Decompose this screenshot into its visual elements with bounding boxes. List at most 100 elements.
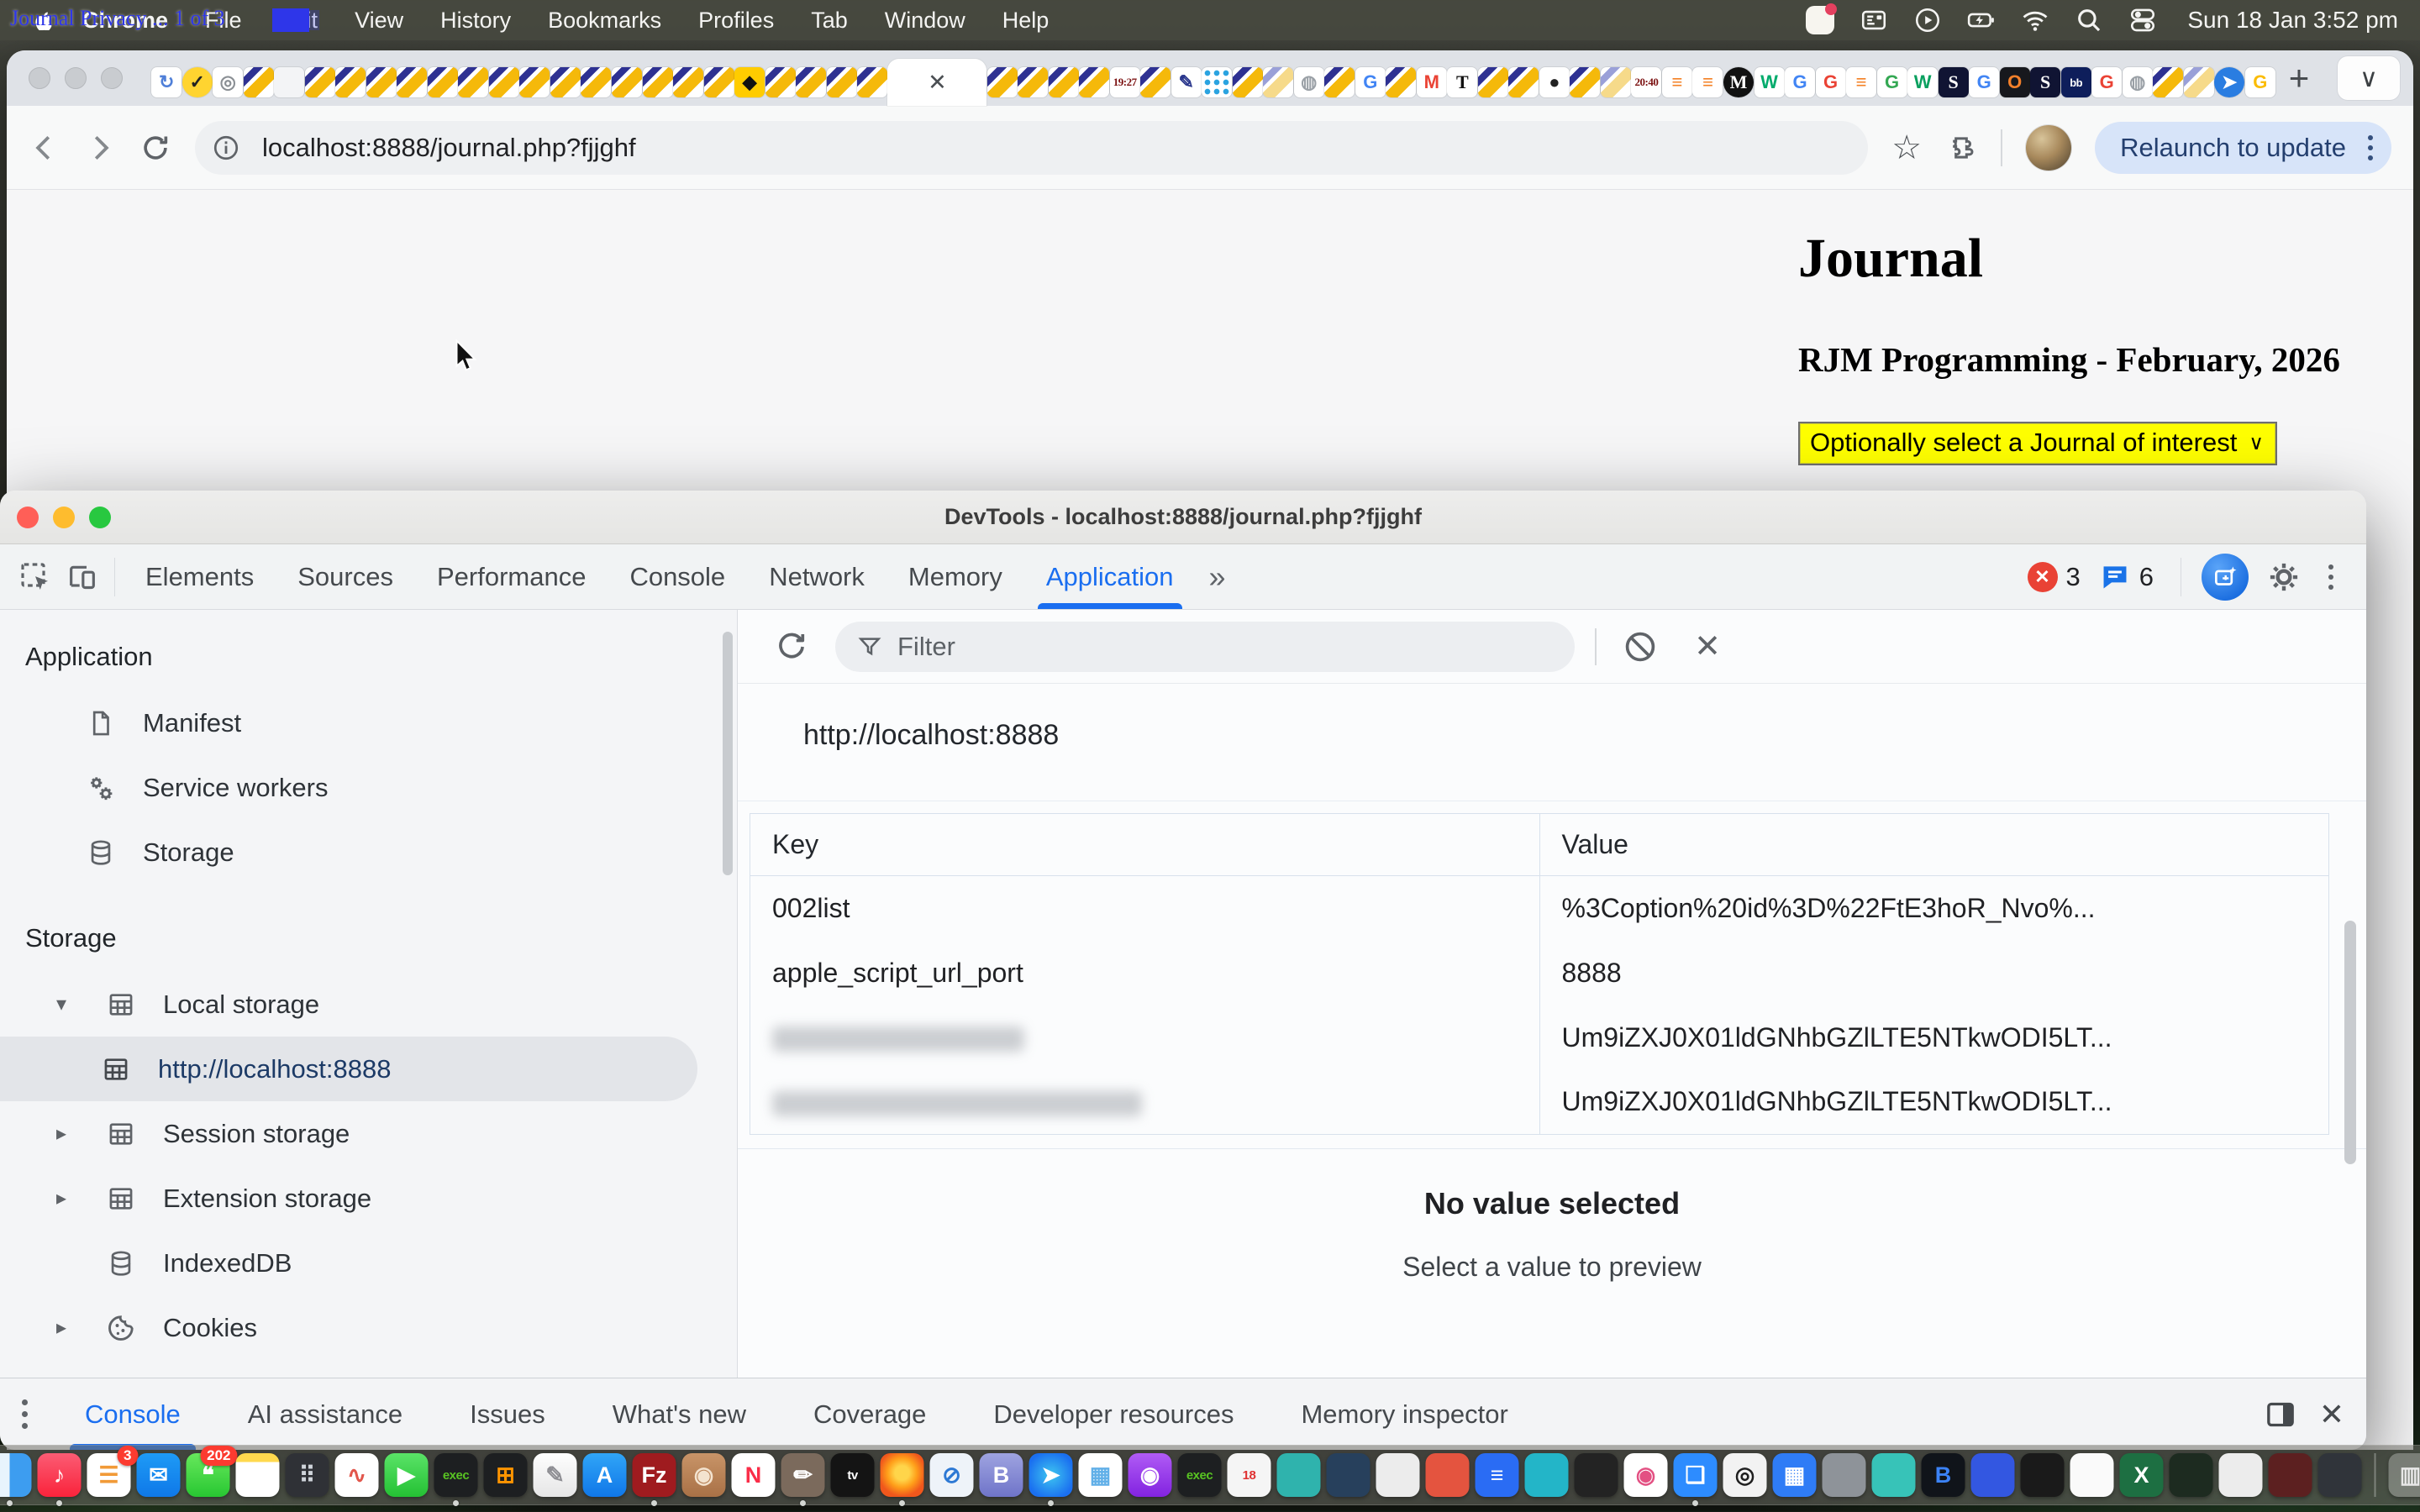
browser-tab[interactable] bbox=[2153, 59, 2184, 106]
value-cell[interactable]: Um9iZXJ0X01ldGNhbGZlLTE5NTkwODI5LT... bbox=[1539, 1070, 2329, 1135]
browser-tab[interactable] bbox=[550, 59, 581, 106]
browser-tab[interactable] bbox=[642, 59, 673, 106]
address-bar[interactable]: localhost:8888/journal.php?fjjghf bbox=[195, 121, 1868, 175]
browser-tab[interactable]: 20:40 bbox=[1631, 59, 1662, 106]
error-count[interactable]: 3 bbox=[2066, 562, 2081, 592]
tab-search-button[interactable]: ∨ bbox=[2338, 56, 2400, 100]
sidebar-item-manifest[interactable]: Manifest bbox=[0, 690, 737, 755]
extensions-puzzle-icon[interactable] bbox=[1945, 132, 1977, 164]
dock-app-app-navy[interactable] bbox=[1327, 1453, 1370, 1497]
value-cell[interactable]: %3Coption%20id%3D%22FtE3hoR_Nvo%... bbox=[1539, 876, 2329, 941]
menu-view[interactable]: View bbox=[355, 8, 403, 34]
sidebar-item-storage[interactable]: Storage bbox=[0, 820, 737, 885]
close-drawer-x-icon[interactable]: ✕ bbox=[2319, 1397, 2344, 1432]
browser-tab[interactable]: ◆ bbox=[734, 59, 765, 106]
browser-tab[interactable]: ● bbox=[1539, 59, 1570, 106]
browser-tab[interactable]: ◍ bbox=[1294, 59, 1325, 106]
browser-tab[interactable] bbox=[1048, 59, 1079, 106]
menu-file[interactable]: File bbox=[205, 8, 242, 34]
browser-tab[interactable]: G bbox=[1785, 59, 1816, 106]
browser-tab[interactable] bbox=[397, 59, 428, 106]
browser-tab[interactable] bbox=[765, 59, 796, 106]
relaunch-to-update-button[interactable]: Relaunch to update bbox=[2095, 122, 2391, 174]
devtools-tab-application[interactable]: Application bbox=[1024, 544, 1196, 609]
sidebar-item-extension-storage[interactable]: ▸ Extension storage bbox=[0, 1166, 737, 1231]
dock-app-terminal-exec[interactable]: exec bbox=[434, 1453, 478, 1497]
profile-avatar[interactable] bbox=[2026, 125, 2071, 171]
browser-tab[interactable]: W bbox=[1754, 59, 1785, 106]
dock-app-app-white-3[interactable] bbox=[2219, 1453, 2263, 1497]
browser-tab[interactable] bbox=[1263, 59, 1294, 106]
browser-tab[interactable]: G bbox=[1969, 59, 2000, 106]
dock-app-app-store[interactable]: A bbox=[583, 1453, 627, 1497]
browser-tab[interactable] bbox=[857, 59, 888, 106]
browser-tab[interactable] bbox=[519, 59, 550, 106]
dock-app-keynote[interactable]: ▦ bbox=[1773, 1453, 1817, 1497]
devtools-minimize-button[interactable] bbox=[53, 507, 75, 528]
browser-tab[interactable]: ✎ bbox=[1171, 59, 1202, 106]
browser-tab[interactable] bbox=[986, 59, 1018, 106]
app-notification-icon[interactable] bbox=[1806, 6, 1834, 34]
issues-bubble-icon[interactable] bbox=[2099, 561, 2131, 593]
dock-app-docs[interactable]: ≡ bbox=[1476, 1453, 1519, 1497]
browser-tab[interactable]: 19:27 bbox=[1109, 59, 1140, 106]
dock-app-news[interactable]: N bbox=[732, 1453, 776, 1497]
devtools-close-button[interactable] bbox=[17, 507, 39, 528]
collapsed-arrow-icon[interactable]: ▸ bbox=[44, 1121, 79, 1146]
browser-tab[interactable]: G bbox=[1815, 59, 1846, 106]
dock-app-textedit[interactable]: ✎ bbox=[534, 1453, 577, 1497]
browser-tab[interactable] bbox=[458, 59, 489, 106]
menu-history[interactable]: History bbox=[440, 8, 511, 34]
more-tabs-chevron[interactable]: » bbox=[1196, 559, 1236, 595]
browser-tab[interactable]: G bbox=[2091, 59, 2123, 106]
dock-app-app-grey[interactable] bbox=[1823, 1453, 1866, 1497]
drawer-tab-console[interactable]: Console bbox=[51, 1378, 214, 1450]
browser-tab[interactable] bbox=[1386, 59, 1417, 106]
dock-app-apple-tv[interactable]: tv bbox=[831, 1453, 875, 1497]
url-text[interactable]: localhost:8888/journal.php?fjjghf bbox=[262, 133, 636, 163]
ai-assistance-icon[interactable] bbox=[2202, 554, 2249, 601]
browser-tab-active[interactable]: ✕ bbox=[887, 59, 986, 106]
dock-app-podcasts[interactable]: ◉ bbox=[1128, 1453, 1172, 1497]
dock-app-app-teal[interactable] bbox=[1277, 1453, 1321, 1497]
panel-scrollbar[interactable] bbox=[2344, 921, 2356, 1164]
value-cell[interactable]: 8888 bbox=[1539, 941, 2329, 1005]
dock-app-app-dark-green[interactable] bbox=[2170, 1453, 2213, 1497]
value-cell[interactable]: Um9iZXJ0X01ldGNhbGZlLTE5NTkwODI5LT... bbox=[1539, 1005, 2329, 1070]
devtools-tab-memory[interactable]: Memory bbox=[886, 544, 1024, 609]
refresh-icon[interactable] bbox=[768, 623, 815, 670]
browser-tab[interactable] bbox=[796, 59, 827, 106]
dock-app-app-teal-2[interactable] bbox=[1525, 1453, 1569, 1497]
drawer-tab-what-s-new[interactable]: What's new bbox=[579, 1378, 780, 1450]
browser-tab[interactable] bbox=[305, 59, 336, 106]
browser-tab[interactable]: bb bbox=[2060, 59, 2091, 106]
error-badge-icon[interactable]: ✕ bbox=[2028, 562, 2058, 592]
drawer-tab-issues[interactable]: Issues bbox=[436, 1378, 579, 1450]
dock-app-trash[interactable]: ▥ bbox=[2389, 1453, 2420, 1497]
browser-tab[interactable]: ◍ bbox=[2122, 59, 2153, 106]
browser-tab[interactable]: G bbox=[1876, 59, 1907, 106]
dock-app-app-black-2[interactable] bbox=[2021, 1453, 2065, 1497]
menu-chrome[interactable]: Chrome bbox=[82, 8, 168, 34]
tab-close-icon[interactable]: ✕ bbox=[928, 70, 947, 96]
browser-tab[interactable] bbox=[1324, 59, 1355, 106]
browser-tab[interactable] bbox=[1508, 59, 1539, 106]
browser-tab[interactable] bbox=[2183, 59, 2214, 106]
inspect-element-icon[interactable] bbox=[12, 554, 59, 601]
dock-app-mail[interactable]: ✉ bbox=[137, 1453, 181, 1497]
sidebar-item-session-storage[interactable]: ▸ Session storage bbox=[0, 1101, 737, 1166]
browser-tab[interactable] bbox=[1233, 59, 1264, 106]
browser-tab[interactable] bbox=[612, 59, 643, 106]
browser-tab[interactable]: G bbox=[1355, 59, 1386, 106]
browser-tab[interactable] bbox=[1140, 59, 1171, 106]
column-header-value[interactable]: Value bbox=[1539, 814, 2329, 876]
browser-tab[interactable] bbox=[1478, 59, 1509, 106]
dock-app-facetime[interactable]: ▶ bbox=[385, 1453, 429, 1497]
sidebar-item-cookies[interactable]: ▸ Cookies bbox=[0, 1295, 737, 1360]
column-header-key[interactable]: Key bbox=[750, 814, 1540, 876]
browser-tab[interactable]: ≡ bbox=[1692, 59, 1723, 106]
expand-arrow-icon[interactable]: ▾ bbox=[44, 992, 79, 1016]
browser-tab[interactable]: T bbox=[1447, 59, 1478, 106]
dock-app-launchpad[interactable]: ⠿ bbox=[286, 1453, 329, 1497]
browser-tab[interactable]: S bbox=[1938, 59, 1969, 106]
